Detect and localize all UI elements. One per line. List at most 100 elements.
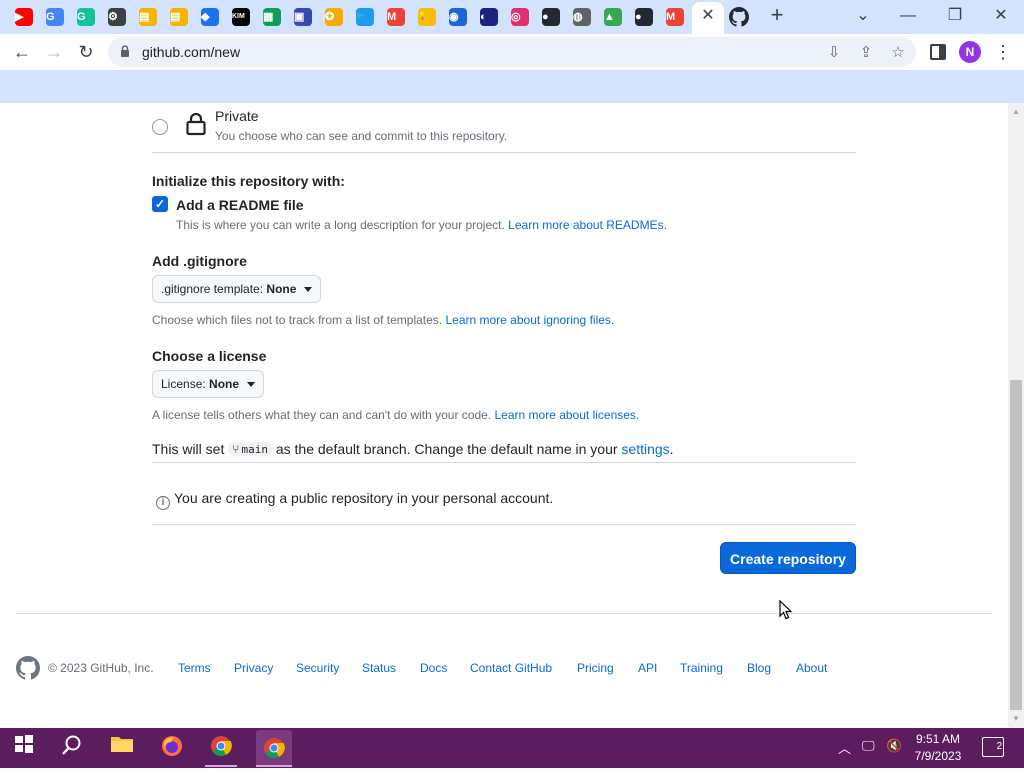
search-icon[interactable] bbox=[58, 734, 86, 762]
info-icon: i bbox=[156, 496, 170, 510]
dashboard-icon[interactable]: ◉ bbox=[447, 6, 469, 28]
file-explorer-icon[interactable] bbox=[108, 734, 136, 762]
minimize-button[interactable]: — bbox=[893, 4, 923, 28]
install-icon[interactable]: ⇩ bbox=[824, 43, 844, 63]
system-clock[interactable]: 9:51 AM 7/9/2023 bbox=[910, 731, 966, 765]
image-icon[interactable]: ▣ bbox=[292, 6, 314, 28]
checker-icon[interactable]: ▦ bbox=[261, 6, 283, 28]
twitter-icon[interactable]: 🐦 bbox=[354, 6, 376, 28]
footer-link-contact[interactable]: Contact GitHub bbox=[470, 661, 552, 675]
firefox-icon[interactable] bbox=[158, 734, 186, 762]
new-tab-button[interactable]: + bbox=[765, 4, 789, 28]
settings-icon[interactable]: ⚙ bbox=[106, 6, 128, 28]
footer-link-terms[interactable]: Terms bbox=[178, 661, 211, 675]
photos-icon[interactable]: ◆ bbox=[199, 6, 221, 28]
github-logo-icon[interactable] bbox=[16, 656, 40, 680]
folder-icon[interactable]: ▤ bbox=[168, 6, 190, 28]
private-radio[interactable] bbox=[152, 119, 168, 135]
license-help: A license tells others what they can and… bbox=[152, 408, 639, 422]
gitignore-learn-more-link[interactable]: Learn more about ignoring files. bbox=[445, 313, 614, 327]
youtube-icon-glyph: ▶ bbox=[15, 8, 33, 26]
photos-icon-glyph: ◆ bbox=[201, 8, 219, 26]
folder-icon[interactable]: ▤ bbox=[137, 6, 159, 28]
kim-icon[interactable]: KIM bbox=[230, 6, 252, 28]
chrome-icon[interactable] bbox=[207, 734, 235, 762]
bookmark-star-icon[interactable]: ☆ bbox=[888, 43, 908, 63]
side-panel-icon[interactable] bbox=[930, 44, 946, 60]
footer-link-training[interactable]: Training bbox=[680, 661, 723, 675]
gmail-icon[interactable]: M bbox=[385, 6, 407, 28]
checker-icon-glyph: ▦ bbox=[263, 8, 281, 26]
menu-dots-icon[interactable]: ⋮ bbox=[994, 40, 1012, 64]
chrome-profile-icon[interactable] bbox=[256, 730, 292, 766]
private-label[interactable]: Private bbox=[215, 108, 259, 124]
branch-pill: ⑂ main bbox=[228, 442, 272, 456]
instagram-icon[interactable]: ◎ bbox=[509, 6, 531, 28]
github-icon[interactable]: ● bbox=[633, 6, 655, 28]
google-icon[interactable]: G bbox=[44, 6, 66, 28]
youtube-icon[interactable]: ▶ bbox=[13, 6, 35, 28]
branch-name: main bbox=[241, 443, 268, 456]
extension-icon[interactable]: ✪ bbox=[323, 6, 345, 28]
grammarly-icon[interactable]: G bbox=[75, 6, 97, 28]
scroll-down-icon[interactable]: ▼ bbox=[1008, 712, 1024, 726]
forward-button[interactable]: → bbox=[42, 40, 66, 64]
restore-button[interactable]: ❐ bbox=[940, 4, 970, 28]
url-text[interactable]: github.com/new bbox=[142, 44, 240, 60]
close-tab-icon[interactable]: ✕ bbox=[699, 6, 717, 26]
volume-muted-icon[interactable]: 🔇 bbox=[886, 738, 902, 754]
windows-start-icon[interactable] bbox=[10, 734, 38, 762]
lock-icon[interactable] bbox=[120, 45, 130, 58]
footer-link-about[interactable]: About bbox=[796, 661, 827, 675]
bulb-icon[interactable]: 💡 bbox=[416, 6, 438, 28]
footer-link-docs[interactable]: Docs bbox=[420, 661, 447, 675]
gitignore-select[interactable]: .gitignore template: None bbox=[152, 275, 322, 303]
readme-learn-more-link[interactable]: Learn more about READMEs. bbox=[508, 218, 667, 232]
footer-link-pricing[interactable]: Pricing bbox=[577, 661, 614, 675]
drive-icon-glyph: ▲ bbox=[604, 8, 622, 26]
clock-time: 9:51 AM bbox=[915, 732, 961, 746]
address-bar[interactable]: github.com/new ⇩ ⇪ ☆ bbox=[108, 37, 916, 67]
readme-label[interactable]: Add a README file bbox=[176, 197, 304, 213]
footer-link-security[interactable]: Security bbox=[296, 661, 339, 675]
notifications-icon[interactable]: 2 bbox=[982, 737, 1004, 757]
tab-search-icon[interactable]: ⌄ bbox=[848, 4, 878, 28]
folder-icon-glyph: ▤ bbox=[139, 8, 157, 26]
caret-down-icon bbox=[304, 287, 313, 293]
license-select[interactable]: License: None bbox=[152, 370, 265, 398]
scroll-up-icon[interactable]: ▲ bbox=[1008, 105, 1024, 119]
chromium-icon[interactable]: ◍ bbox=[571, 6, 593, 28]
github-icon[interactable]: ● bbox=[540, 6, 562, 28]
license-learn-more-link[interactable]: Learn more about licenses. bbox=[495, 408, 640, 422]
git-branch-icon: ⑂ bbox=[232, 442, 240, 456]
scrollbar-thumb[interactable] bbox=[1010, 380, 1022, 710]
settings-link[interactable]: settings bbox=[621, 441, 669, 457]
chevron-up-icon[interactable]: ︿ bbox=[838, 738, 851, 757]
readme-checkbox[interactable]: ✓ bbox=[152, 196, 168, 212]
create-repository-button[interactable]: Create repository bbox=[720, 542, 856, 574]
github-icon[interactable] bbox=[728, 6, 750, 28]
github-icon-glyph: ● bbox=[635, 8, 653, 26]
footer-link-privacy[interactable]: Privacy bbox=[234, 661, 273, 675]
share-icon[interactable]: ⇪ bbox=[856, 43, 876, 63]
gmail-icon[interactable]: M bbox=[664, 6, 686, 28]
drive-icon[interactable]: ▲ bbox=[602, 6, 624, 28]
divider bbox=[152, 462, 856, 463]
browser-toolbar: ← → ↻ github.com/new ⇩ ⇪ ☆ N ⋮ bbox=[0, 34, 1024, 70]
branch-middle: as the default branch. Change the defaul… bbox=[275, 441, 618, 457]
twitter-icon-glyph: 🐦 bbox=[356, 8, 374, 26]
license-help-text: A license tells others what they can and… bbox=[152, 408, 492, 422]
back-button[interactable]: ← bbox=[10, 40, 34, 64]
active-indicator bbox=[256, 765, 292, 767]
footer-link-status[interactable]: Status bbox=[362, 661, 396, 675]
profile-avatar[interactable]: N bbox=[959, 41, 981, 63]
close-window-button[interactable]: ✕ bbox=[986, 4, 1016, 28]
reload-button[interactable]: ↻ bbox=[74, 40, 98, 64]
bulb-icon-glyph: 💡 bbox=[418, 8, 436, 26]
network-icon[interactable]: 🖵 bbox=[862, 738, 875, 754]
footer-link-blog[interactable]: Blog bbox=[747, 661, 771, 675]
sonic-icon[interactable]: ◐ bbox=[478, 6, 500, 28]
footer-divider bbox=[16, 613, 992, 614]
footer-link-api[interactable]: API bbox=[638, 661, 657, 675]
sonic-icon-glyph: ◐ bbox=[480, 8, 498, 26]
